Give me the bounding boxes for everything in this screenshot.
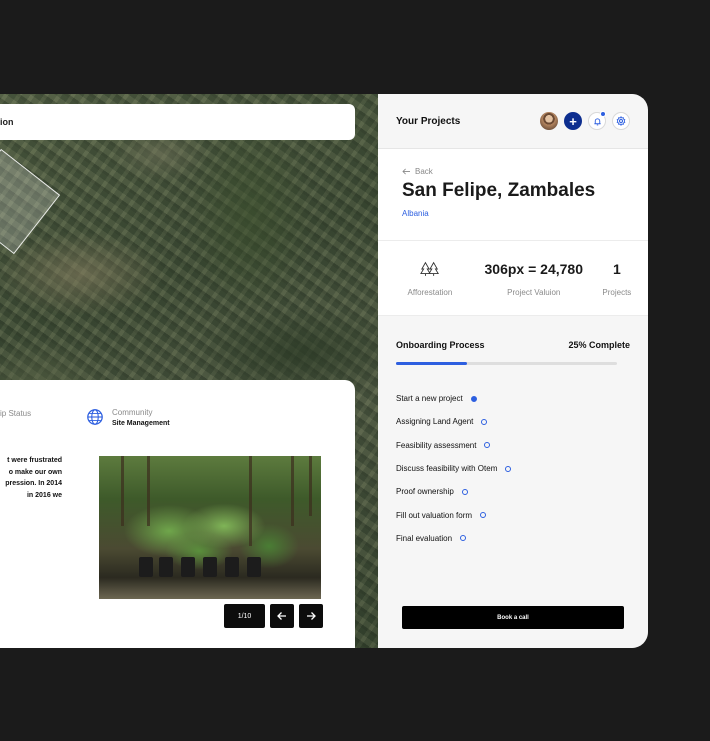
step-pending-icon	[460, 535, 467, 542]
notification-dot	[600, 111, 606, 117]
step-pending-icon	[505, 465, 512, 472]
stat-value: 306px = 24,780	[484, 260, 583, 277]
map-parcel-outline[interactable]	[0, 148, 61, 255]
project-detail-card: ip Status Community Site Management t we…	[0, 380, 355, 648]
map-search-text: ion	[0, 117, 14, 127]
arrow-right-icon	[307, 612, 316, 620]
onboarding-step-label: Assigning Land Agent	[396, 417, 474, 427]
step-pending-icon	[481, 418, 488, 425]
onboarding-complete-label: 25% Complete	[568, 340, 630, 350]
arrow-left-icon	[402, 168, 410, 175]
location-section: Back San Felipe, Zambales Albania	[378, 149, 648, 241]
project-stats: Afforestation 306px = 24,780 Project Val…	[378, 241, 648, 316]
onboarding-step-label: Feasibility assessment	[396, 440, 477, 450]
add-project-button[interactable]: +	[564, 112, 582, 130]
onboarding-section: Onboarding Process 25% Complete Start a …	[378, 316, 648, 550]
stat-value: 1	[612, 260, 621, 277]
onboarding-progress-bar	[396, 362, 617, 365]
onboarding-step[interactable]: Assigning Land Agent	[396, 410, 630, 433]
avatar[interactable]	[540, 112, 558, 130]
prev-photo-button[interactable]	[270, 604, 294, 628]
location-name: San Felipe, Zambales	[402, 180, 596, 201]
bell-icon	[593, 117, 601, 125]
onboarding-step[interactable]: Final evaluation	[396, 527, 630, 550]
onboarding-step[interactable]: Proof ownership	[396, 480, 630, 503]
projects-panel: Your Projects + Back San Felipe, Zambale…	[378, 94, 648, 648]
stat-label: Projects	[602, 287, 632, 297]
community-subtitle: Site Management	[112, 420, 170, 427]
community-info: Community Site Management	[86, 408, 170, 427]
onboarding-step-label: Discuss feasibility with Otem	[396, 464, 498, 474]
onboarding-step[interactable]: Start a new project	[396, 387, 630, 410]
onboarding-title: Onboarding Process	[396, 340, 485, 350]
step-pending-icon	[484, 442, 491, 449]
arrow-left-icon	[277, 612, 286, 620]
settings-button[interactable]	[612, 112, 630, 130]
gear-icon	[616, 116, 626, 126]
next-photo-button[interactable]	[299, 604, 323, 628]
back-label: Back	[415, 167, 433, 176]
stat-label: Afforestation	[407, 287, 453, 297]
step-complete-icon	[470, 395, 477, 402]
globe-icon	[87, 409, 103, 425]
notifications-button[interactable]	[588, 111, 606, 130]
onboarding-steps: Start a new project Assigning Land Agent F…	[396, 387, 630, 550]
location-country[interactable]: Albania	[402, 209, 624, 218]
onboarding-step-label: Proof ownership	[396, 487, 454, 497]
stat-projects: 1 Projects	[586, 241, 648, 315]
project-story-text: t were frustrated o make our own pressio…	[5, 457, 62, 499]
onboarding-step[interactable]: Discuss feasibility with Otem	[396, 457, 630, 480]
onboarding-step-label: Start a new project	[396, 394, 463, 404]
project-photo[interactable]	[99, 456, 321, 599]
onboarding-progress-fill	[396, 362, 467, 365]
panel-header: Your Projects +	[378, 94, 648, 149]
header-actions: +	[540, 111, 630, 130]
onboarding-step[interactable]: Feasibility assessment	[396, 434, 630, 457]
step-pending-icon	[480, 512, 487, 519]
photo-pager: 1/10	[224, 604, 323, 628]
plus-icon: +	[569, 113, 577, 129]
book-call-button[interactable]: Book a call	[402, 606, 624, 629]
photo-counter: 1/10	[224, 604, 265, 628]
onboarding-step-label: Final evaluation	[396, 533, 453, 543]
stat-afforestation: Afforestation	[378, 241, 482, 315]
community-title: Community	[112, 408, 153, 417]
step-pending-icon	[461, 488, 468, 495]
trees-icon	[420, 261, 439, 276]
panel-title: Your Projects	[396, 115, 461, 127]
map-search-bar[interactable]: ion	[0, 104, 355, 140]
onboarding-step[interactable]: Fill out valuation form	[396, 503, 630, 526]
ownership-status-label: ip Status	[0, 409, 32, 418]
stat-project-valuation: 306px = 24,780 Project Valuion	[482, 241, 586, 315]
stat-label: Project Valuion	[507, 287, 561, 297]
back-link[interactable]: Back	[402, 167, 624, 176]
onboarding-step-label: Fill out valuation form	[396, 510, 473, 520]
